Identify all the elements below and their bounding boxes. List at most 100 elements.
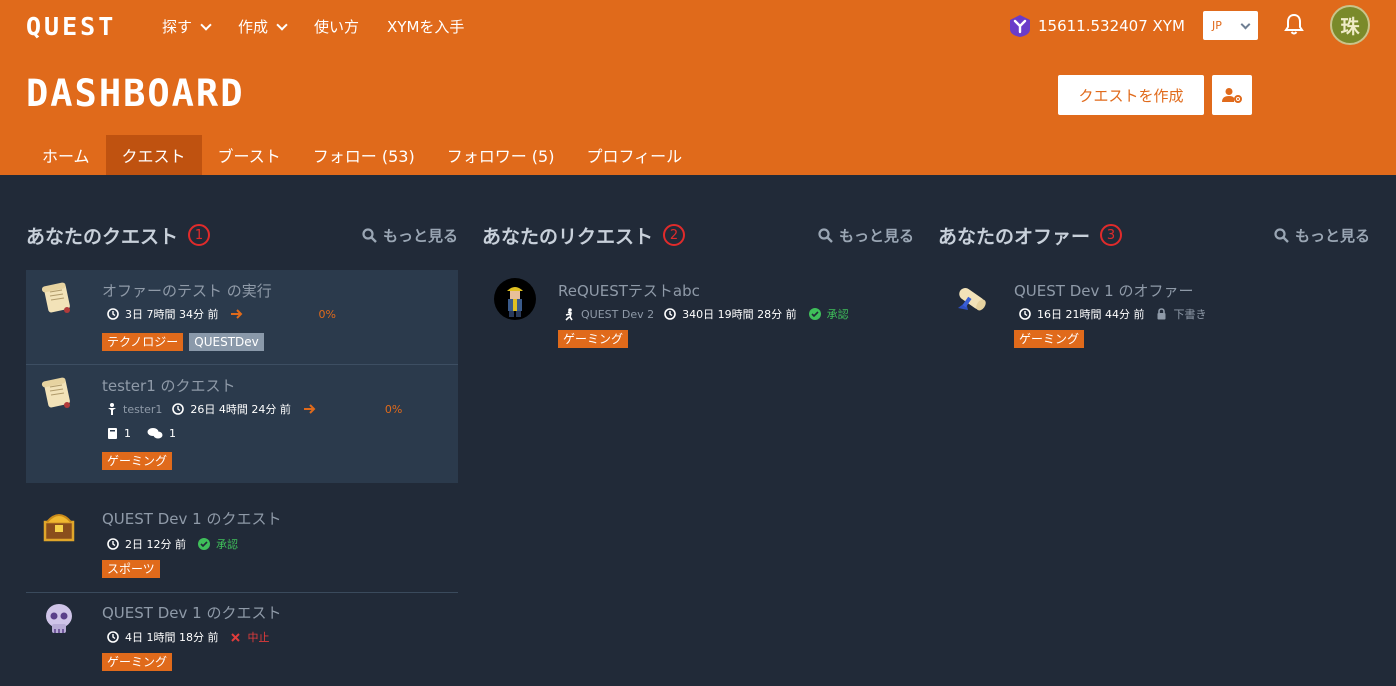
nav-get-xym[interactable]: XYMを入手 [387, 16, 464, 37]
clock-icon [107, 538, 119, 550]
column-title-text: あなたのクエスト [26, 225, 179, 248]
nav-create-label: 作成 [238, 18, 269, 36]
wallet-balance[interactable]: 15611.532407 XYM [1008, 14, 1185, 38]
offer-meta: 16日 21時間 44分 前 下書き [1019, 306, 1206, 322]
quest-title[interactable]: QUEST Dev 1 のクエスト [102, 508, 281, 529]
status-text: 下書き [1173, 308, 1207, 321]
column-header: あなたのオファー 3 もっと見る [938, 220, 1370, 250]
request-meta: QUEST Dev 2 340日 19時間 28分 前 承認 [563, 306, 849, 322]
tag-list: スポーツ [102, 560, 160, 578]
your-quests-column: あなたのクエスト 1 もっと見る オファーのテスト の実行 3日 7時間 34分… [26, 220, 458, 671]
chevron-down-icon [276, 18, 288, 31]
search-icon [362, 227, 377, 243]
see-more-link[interactable]: もっと見る [818, 225, 914, 246]
header-bar: QUEST 探す 作成 使い方 XYMを入手 15611.532407 XYM … [0, 0, 1396, 175]
category-tag[interactable]: ゲーミング [558, 330, 629, 348]
book-icon [108, 428, 117, 439]
quest-list-item[interactable]: QUEST Dev 1 のクエスト 2日 12分 前 承認 スポーツ [26, 504, 458, 592]
column-header: あなたのリクエスト 2 もっと見る [482, 220, 914, 250]
nav-explore[interactable]: 探す [162, 16, 212, 37]
user-avatar[interactable]: 珠 [1330, 5, 1370, 45]
see-more-label: もっと見る [382, 226, 458, 245]
quest-logo[interactable]: QUEST [26, 12, 116, 41]
column-title: あなたのリクエスト 2 [482, 222, 686, 249]
quest-title[interactable]: tester1 のクエスト [102, 375, 236, 396]
quest-counts: 1 1 [107, 427, 176, 440]
worker-avatar-icon [494, 278, 536, 320]
divider [26, 592, 458, 593]
see-more-label: もっと見る [838, 226, 914, 245]
clock-icon [107, 631, 119, 643]
quest-title[interactable]: QUEST Dev 1 のクエスト [102, 602, 281, 623]
quest-meta: tester1 26日 4時間 24分 前 0% [107, 401, 402, 417]
column-header: あなたのクエスト 1 もっと見る [26, 220, 458, 250]
person-icon [108, 403, 116, 415]
tab-profile[interactable]: プロフィール [570, 135, 698, 175]
entry-count: 1 [124, 427, 131, 440]
request-owner[interactable]: QUEST Dev 2 [581, 308, 654, 321]
scroll-icon [41, 377, 70, 408]
clock-icon [1019, 308, 1031, 320]
arrow-right-icon [303, 404, 316, 414]
page-title: DASHBOARD [26, 72, 245, 115]
avatar-glyph: 珠 [1340, 15, 1360, 38]
request-list-item[interactable]: ReQUESTテストabc QUEST Dev 2 340日 19時間 28分 … [482, 270, 914, 360]
language-select[interactable]: JP [1203, 11, 1258, 40]
user-gear-icon [1222, 88, 1242, 103]
category-tag[interactable]: ゲーミング [102, 452, 173, 470]
category-tag[interactable]: ゲーミング [1014, 330, 1085, 348]
circled-number: 3 [1100, 224, 1123, 246]
circled-number: 1 [188, 224, 211, 246]
category-tag[interactable]: スポーツ [102, 560, 160, 578]
tab-home[interactable]: ホーム [26, 135, 106, 175]
quest-owner[interactable]: tester1 [123, 403, 162, 416]
check-circle-icon [198, 538, 210, 550]
chevron-down-icon [200, 18, 212, 31]
elapsed-time: 3日 7時間 34分 前 [125, 308, 219, 321]
tab-followers[interactable]: フォロワー (5) [431, 135, 571, 175]
quest-list-item[interactable]: QUEST Dev 1 のクエスト 4日 1時間 18分 前 中止 ゲーミング [26, 598, 458, 686]
comment-count: 1 [169, 427, 176, 440]
search-icon [1274, 227, 1289, 243]
tab-following[interactable]: フォロー (53) [297, 135, 431, 175]
arrow-right-icon [231, 309, 243, 319]
nav-howto[interactable]: 使い方 [314, 16, 359, 37]
notification-bell-icon[interactable] [1284, 13, 1304, 39]
column-title: あなたのオファー 3 [938, 222, 1123, 249]
quest-title[interactable]: オファーのテスト の実行 [102, 280, 272, 301]
offer-title[interactable]: QUEST Dev 1 のオファー [1014, 280, 1193, 301]
nav-create[interactable]: 作成 [238, 16, 288, 37]
check-circle-icon [808, 308, 821, 320]
tab-quest[interactable]: クエスト [105, 135, 202, 175]
quest-meta: 4日 1時間 18分 前 中止 [107, 629, 269, 645]
request-title[interactable]: ReQUESTテストabc [558, 280, 700, 301]
category-tag[interactable]: QUESTDev [189, 333, 264, 351]
tag-list: ゲーミング [102, 452, 173, 470]
offer-list-item[interactable]: QUEST Dev 1 のオファー 16日 21時間 44分 前 下書き ゲーミ… [938, 270, 1370, 360]
clock-icon [664, 308, 676, 320]
category-tag[interactable]: ゲーミング [102, 653, 173, 671]
see-more-link[interactable]: もっと見る [362, 225, 458, 246]
quest-list-item[interactable]: tester1 のクエスト tester1 26日 4時間 24分 前 0% 1… [26, 365, 458, 483]
column-title: あなたのクエスト 1 [26, 222, 211, 249]
tab-boost[interactable]: ブースト [202, 135, 297, 175]
your-offers-column: あなたのオファー 3 もっと見る QUEST Dev 1 のオファー 16日 2… [938, 220, 1370, 348]
column-title-text: あなたのリクエスト [482, 225, 654, 248]
elapsed-time: 16日 21時間 44分 前 [1037, 308, 1145, 321]
tag-list: ゲーミング [102, 653, 173, 671]
status-text: 承認 [826, 308, 849, 321]
user-settings-button[interactable] [1212, 75, 1252, 115]
see-more-link[interactable]: もっと見る [1274, 225, 1370, 246]
chevron-down-icon [1240, 19, 1251, 29]
progress-percent: 0% [318, 307, 336, 321]
circled-number: 2 [663, 224, 686, 246]
category-tag[interactable]: テクノロジー [102, 333, 184, 351]
status-text: 承認 [216, 538, 238, 551]
quest-list-item[interactable]: オファーのテスト の実行 3日 7時間 34分 前 0% テクノロジー QUES… [26, 270, 458, 364]
see-more-label: もっと見る [1294, 226, 1370, 245]
comments-icon [147, 428, 163, 439]
progress-percent: 0% [384, 402, 403, 416]
nav-get-xym-label: XYMを入手 [387, 18, 465, 36]
create-quest-button[interactable]: クエストを作成 [1058, 75, 1204, 115]
scroll-icon [41, 282, 70, 313]
